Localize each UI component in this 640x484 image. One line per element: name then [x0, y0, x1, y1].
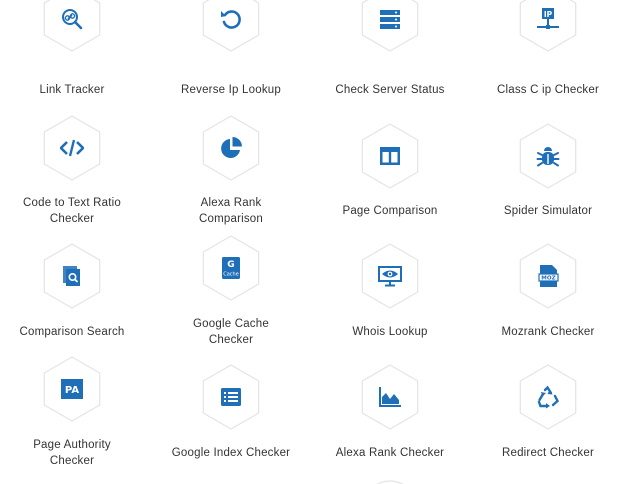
tool-hexagon[interactable]: [38, 0, 106, 53]
tool-label-line: Class C ip Checker: [496, 84, 600, 96]
tool-label[interactable]: Alexa Rank Comparison: [156, 195, 306, 227]
tool-label-line: Google Cache: [193, 318, 269, 330]
tool-label-line: Comparison: [199, 213, 263, 225]
tool-hexagon[interactable]: [356, 0, 424, 53]
tool-label-line: Google Index Checker: [171, 447, 291, 459]
tool-hexagon[interactable]: [356, 363, 424, 431]
tool-label[interactable]: Page Authority Checker: [0, 437, 147, 469]
tool-label[interactable]: Page Comparison: [315, 203, 465, 219]
ip-network-icon: IP: [537, 8, 559, 29]
tool-label-line: Link Tracker: [39, 84, 105, 96]
pa-badge-icon: PA: [61, 379, 83, 399]
code-icon: [60, 139, 84, 157]
bug-icon: [536, 147, 560, 167]
tool-label-line: Alexa Rank: [200, 197, 262, 209]
tool-label[interactable]: Redirect Checker: [473, 445, 623, 461]
tool-label-line: Reverse Ip Lookup: [181, 84, 281, 96]
svg-text:G: G: [227, 260, 234, 270]
link-search-icon: [62, 9, 83, 30]
monitor-eye-icon: [378, 266, 402, 287]
tool-label[interactable]: Comparison Search: [0, 324, 147, 340]
tool-hexagon[interactable]: [514, 363, 582, 431]
tool-label-line: Mozrank Checker: [501, 326, 595, 338]
svg-text:PA: PA: [65, 385, 79, 396]
svg-text:MOZ: MOZ: [541, 276, 555, 282]
next-row-hexagon-partial: [372, 474, 408, 484]
tool-hexagon[interactable]: [38, 242, 106, 310]
recycle-icon: [537, 385, 559, 409]
tool-hexagon[interactable]: [356, 242, 424, 310]
tool-label[interactable]: Check Server Status: [315, 82, 465, 98]
columns-icon: [380, 147, 400, 165]
tool-label-line: Whois Lookup: [352, 326, 428, 338]
document-search-icon: [63, 266, 80, 286]
tool-label[interactable]: Google Index Checker: [156, 445, 306, 461]
tool-hexagon[interactable]: [197, 114, 265, 182]
tool-label-line: Page Comparison: [342, 205, 438, 217]
tool-label[interactable]: Alexa Rank Checker: [315, 445, 465, 461]
tool-label-line: Comparison Search: [19, 326, 125, 338]
tool-label-line: Checker: [208, 334, 254, 346]
tool-label[interactable]: Code to Text Ratio Checker: [0, 195, 147, 227]
tool-label-line: Checker: [49, 455, 95, 467]
undo-arrow-icon: [221, 10, 241, 29]
pie-chart-icon: [221, 137, 242, 158]
tool-label-line: Redirect Checker: [501, 447, 595, 459]
tool-label-line: Page Authority: [33, 439, 111, 451]
tool-label-line: Spider Simulator: [503, 205, 593, 217]
tool-label[interactable]: Spider Simulator: [473, 203, 623, 219]
moz-document-icon: MOZ: [538, 265, 559, 287]
tool-label[interactable]: Whois Lookup: [315, 324, 465, 340]
tool-hexagon[interactable]: [356, 122, 424, 190]
list-icon: [221, 388, 241, 406]
tool-hexagon[interactable]: MOZ: [514, 242, 582, 310]
tool-hexagon[interactable]: PA: [38, 355, 106, 423]
tool-hexagon[interactable]: [38, 114, 106, 182]
tool-hexagon[interactable]: [197, 0, 265, 53]
tool-label[interactable]: Link Tracker: [0, 82, 147, 98]
google-cache-icon: G Cache: [222, 257, 240, 279]
tool-label[interactable]: Mozrank Checker: [473, 324, 623, 340]
tool-label-line: Check Server Status: [335, 84, 445, 96]
area-chart-icon: [379, 387, 401, 407]
tool-label[interactable]: Class C ip Checker: [473, 82, 623, 98]
svg-text:Cache: Cache: [223, 272, 239, 278]
tool-label-line: Code to Text Ratio: [23, 197, 121, 209]
svg-text:IP: IP: [544, 10, 553, 19]
tool-hexagon[interactable]: [197, 363, 265, 431]
tool-label-line: Checker: [49, 213, 95, 225]
tool-label[interactable]: Reverse Ip Lookup: [156, 82, 306, 98]
tool-hexagon[interactable]: G Cache: [197, 234, 265, 302]
server-icon: [380, 10, 400, 29]
tool-hexagon[interactable]: [514, 122, 582, 190]
tool-label[interactable]: Google Cache Checker: [156, 316, 306, 348]
tool-label-line: Alexa Rank Checker: [335, 447, 445, 459]
tool-hexagon[interactable]: IP: [514, 0, 582, 53]
